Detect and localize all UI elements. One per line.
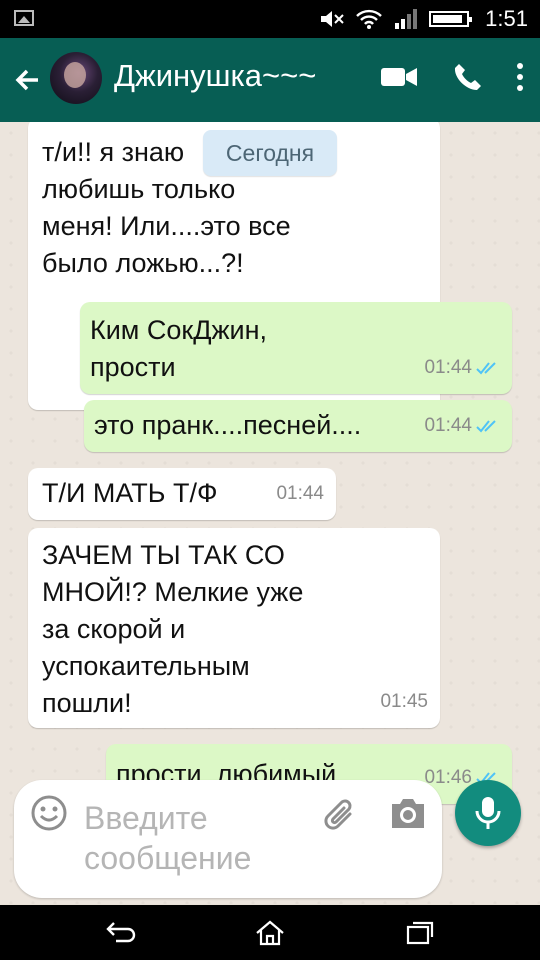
contact-avatar[interactable] [50, 52, 102, 104]
chat-header: Джинушка~~~ [0, 38, 540, 122]
microphone-button[interactable] [455, 780, 521, 846]
message-bubble-outgoing[interactable]: Ким СокДжин, прости 01:44 [80, 302, 512, 394]
paperclip-icon[interactable] [320, 794, 360, 834]
contact-name[interactable]: Джинушка~~~ [114, 58, 316, 94]
arrow-left-icon[interactable] [12, 60, 44, 100]
read-receipt-icon [476, 361, 496, 374]
message-time: 01:45 [380, 691, 428, 712]
message-time: 01:44 [424, 415, 472, 436]
message-bubble-outgoing[interactable]: это пранк....песней.... 01:44 [84, 400, 512, 452]
status-icons: 1:51 [319, 0, 528, 38]
battery-icon [429, 11, 473, 27]
message-bubble-incoming[interactable]: ЗАЧЕМ ТЫ ТАК СО МНОЙ!? Мелкие уже за ско… [28, 528, 440, 728]
mute-icon [321, 11, 344, 27]
message-input-bar: Введите сообщение [14, 780, 442, 898]
emoji-icon[interactable] [30, 794, 68, 832]
camera-icon[interactable] [390, 796, 426, 830]
more-vertical-icon[interactable] [516, 62, 524, 92]
status-bar: 1:51 [0, 0, 540, 38]
clock: 1:51 [485, 6, 528, 31]
phone-icon[interactable] [452, 62, 482, 92]
video-camera-icon[interactable] [380, 65, 418, 89]
message-input[interactable]: Введите сообщение [84, 798, 304, 878]
microphone-icon [475, 797, 501, 829]
date-chip: Сегодня [203, 130, 337, 176]
back-nav-icon[interactable] [104, 919, 138, 947]
read-receipt-icon [476, 419, 496, 432]
message-bubble-incoming[interactable]: Т/И МАТЬ Т/Ф 01:44 [28, 468, 336, 520]
signal-icon [395, 9, 418, 29]
recents-nav-icon[interactable] [404, 919, 436, 947]
image-notification-icon [14, 10, 34, 26]
wifi-icon [356, 9, 383, 29]
message-time: 01:44 [424, 357, 472, 378]
home-nav-icon[interactable] [254, 919, 286, 947]
system-navigation-bar [0, 905, 540, 960]
message-text: ЗАЧЕМ ТЫ ТАК СО МНОЙ!? Мелкие уже за ско… [42, 540, 304, 718]
message-time: 01:44 [276, 483, 324, 504]
